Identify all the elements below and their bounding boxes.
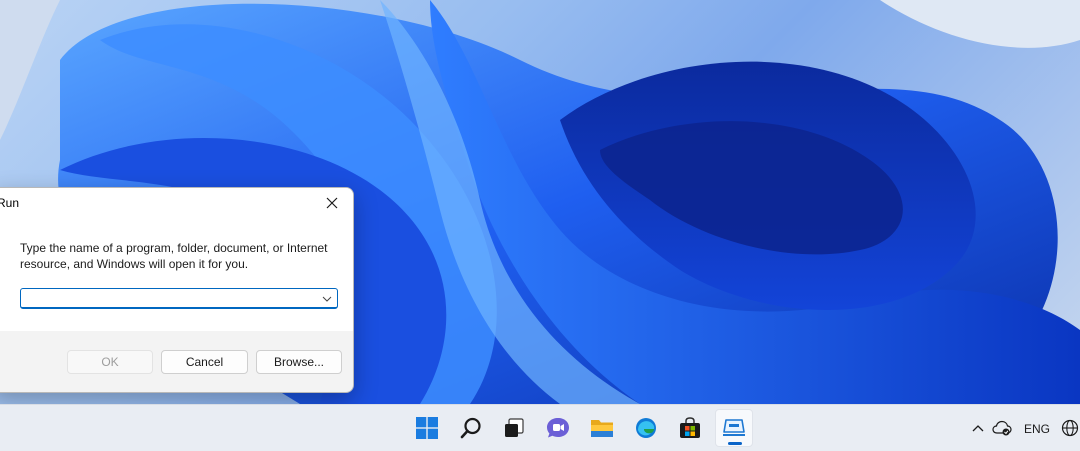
run-taskbar-button[interactable] xyxy=(715,409,753,447)
network-tray-button[interactable] xyxy=(1060,409,1080,447)
language-indicator[interactable]: ENG xyxy=(1024,422,1050,436)
close-icon xyxy=(326,197,338,209)
task-view-icon xyxy=(505,418,524,437)
globe-icon xyxy=(1061,419,1079,437)
edge-icon xyxy=(636,418,656,438)
chevron-up-icon xyxy=(972,425,984,432)
onedrive-tray-button[interactable] xyxy=(990,409,1014,447)
task-view-button[interactable] xyxy=(495,409,533,447)
show-hidden-icons-button[interactable] xyxy=(967,409,989,447)
chat-icon xyxy=(547,418,569,438)
close-button[interactable] xyxy=(315,190,349,216)
run-body: Type the name of a program, folder, docu… xyxy=(0,218,353,331)
run-icon xyxy=(723,419,745,436)
cloud-sync-icon xyxy=(992,420,1012,436)
file-explorer-button[interactable] xyxy=(583,409,621,447)
run-title: Run xyxy=(0,196,20,210)
run-titlebar[interactable]: Run xyxy=(0,188,353,218)
start-button[interactable] xyxy=(408,409,446,447)
folder-icon xyxy=(591,420,613,437)
store-button[interactable] xyxy=(671,409,709,447)
dropdown-button[interactable] xyxy=(319,290,335,307)
open-combobox[interactable] xyxy=(20,288,338,309)
taskbar: ENG xyxy=(0,404,1080,451)
search-button[interactable] xyxy=(452,409,490,447)
store-icon xyxy=(680,417,700,438)
cancel-button[interactable]: Cancel xyxy=(161,350,248,374)
chevron-down-icon xyxy=(322,296,332,302)
chat-button[interactable] xyxy=(539,409,577,447)
search-icon xyxy=(460,417,481,439)
windows-logo-icon xyxy=(416,417,438,439)
open-input[interactable] xyxy=(25,290,319,309)
ok-button[interactable]: OK xyxy=(67,350,153,374)
browse-button[interactable]: Browse... xyxy=(256,350,342,374)
run-dialog: Run Type the name of a program, folder, … xyxy=(0,187,354,393)
run-description: Type the name of a program, folder, docu… xyxy=(20,241,328,271)
edge-button[interactable] xyxy=(627,409,665,447)
